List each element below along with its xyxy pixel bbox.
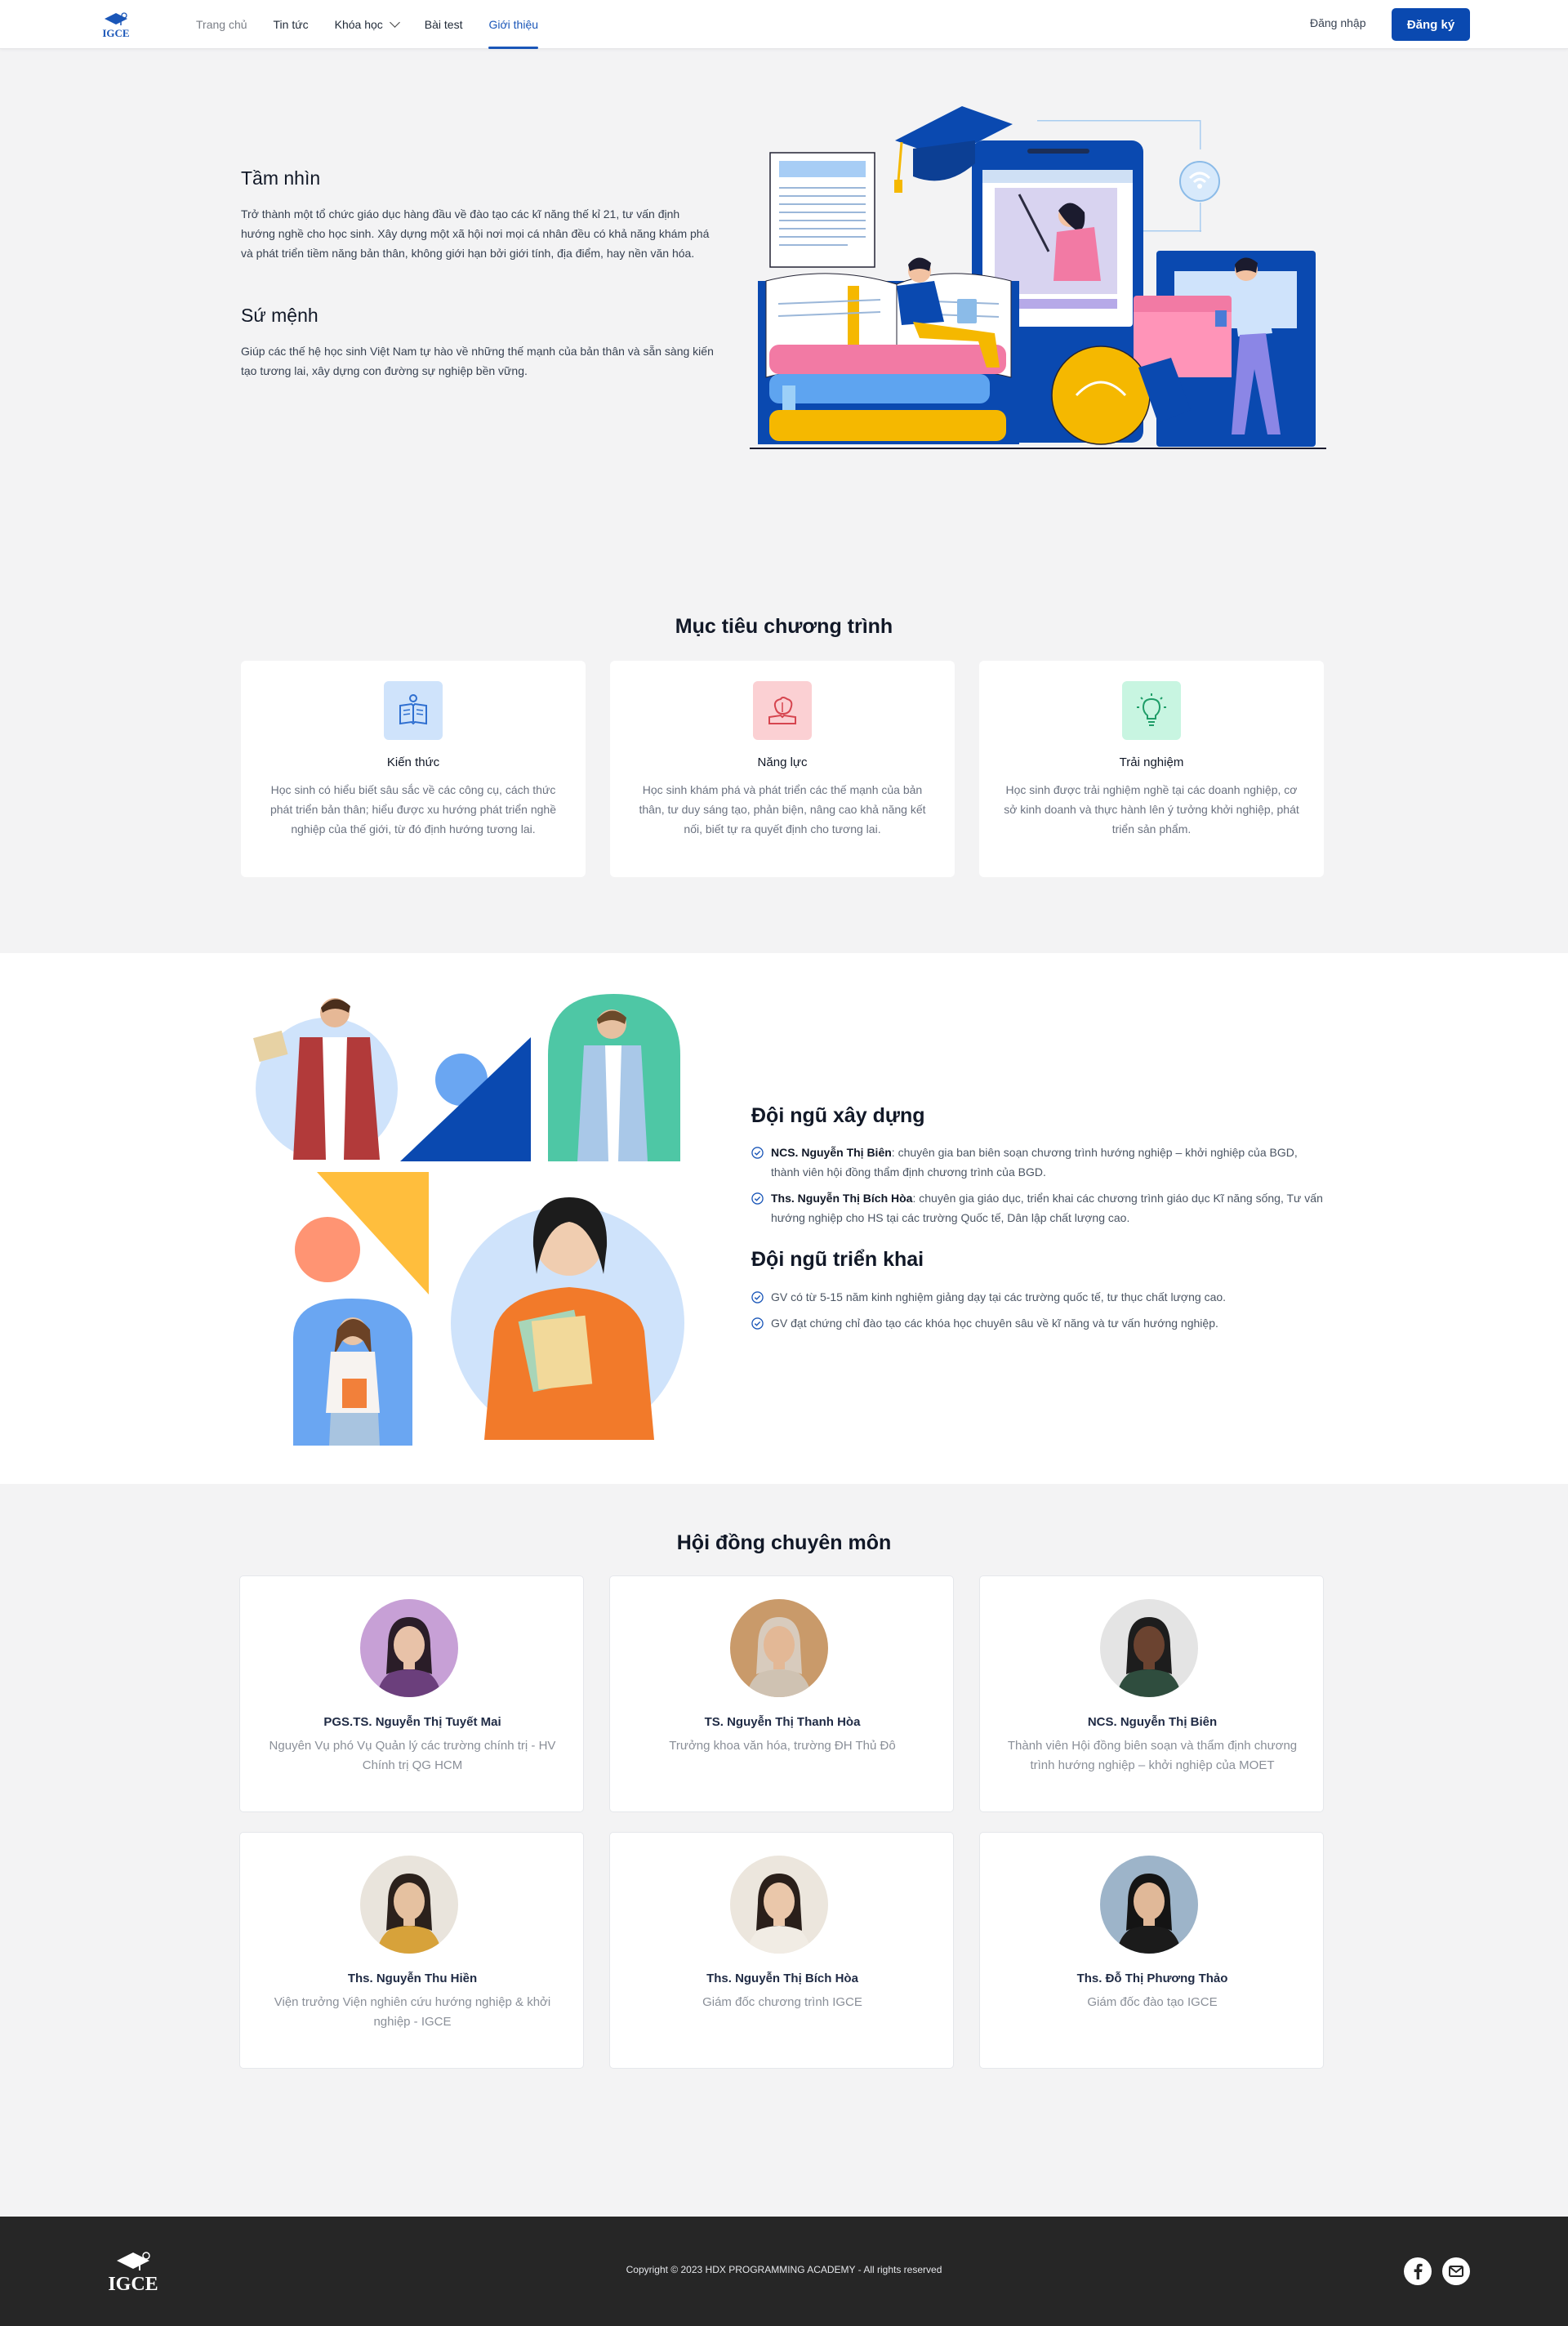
logo-text: IGCE [102,27,129,39]
book-lightbulb-icon [384,681,443,740]
hero-illustration [750,91,1326,454]
build-team-title: Đội ngũ xây dựng [751,1104,925,1127]
build-team-item: Ths. Nguyễn Thị Bích Hòa: chuyên gia giá… [751,1188,1323,1228]
council-member-role: Nguyên Vụ phó Vụ Quản lý các trường chín… [269,1739,556,1772]
footer-logo-text: IGCE [108,2274,158,2295]
objective-desc: Học sinh khám phá và phát triển các thế … [639,783,926,835]
council-member-role: Viện trưởng Viện nghiên cứu hướng nghiệp… [274,1995,551,2029]
objective-desc: Học sinh được trải nghiệm nghề tại các d… [1004,783,1299,835]
objective-name: Năng lực [757,755,808,769]
council-member-role: Giám đốc chương trình IGCE [702,1995,862,2009]
lightbulb-icon [1122,681,1181,740]
mission-text: Giúp các thế hệ học sinh Việt Nam tự hào… [241,345,714,377]
avatar [360,1599,458,1697]
council-member-role: Giám đốc đào tạo IGCE [1087,1995,1218,2009]
council-member-card: Ths. Đỗ Thị Phương Thảo Giám đốc đào tạo … [979,1832,1324,2069]
check-circle-icon [751,1147,764,1159]
avatar [1100,1599,1198,1697]
check-circle-icon [751,1192,764,1205]
council-member-name: TS. Nguyễn Thị Thanh Hòa [704,1715,861,1729]
objective-card-knowledge: Kiến thức Học sinh có hiểu biết sâu sắc … [241,661,586,877]
council-member-name: Ths. Nguyễn Thu Hiền [347,1972,478,1985]
login-link[interactable]: Đăng nhập [1310,16,1366,29]
deploy-team-title: Đội ngũ triển khai [751,1248,924,1271]
objective-card-experience: Trải nghiệm Học sinh được trải nghiệm ng… [979,661,1324,877]
objective-card-ability: Năng lực Học sinh khám phá và phát triển… [610,661,955,877]
logo[interactable]: IGCE [96,7,136,40]
council-title: Hội đồng chuyên môn [676,1531,892,1554]
council-member-card: PGS.TS. Nguyễn Thị Tuyết Mai Nguyên Vụ ph… [239,1575,584,1812]
deploy-team-desc: GV đạt chứng chỉ đào tạo các khóa học ch… [771,1317,1218,1330]
facebook-icon[interactable] [1404,2257,1432,2285]
nav-home[interactable]: Trang chủ [196,0,247,49]
council-member-name: Ths. Nguyễn Thị Bích Hòa [706,1972,858,1985]
build-team-member-name: Ths. Nguyễn Thị Bích Hòa [771,1192,913,1205]
objective-name: Trải nghiệm [1119,755,1184,769]
avatar [1100,1856,1198,1954]
council-member-card: Ths. Nguyễn Thu Hiền Viện trưởng Viện ngh… [239,1832,584,2069]
deploy-team-item: GV có từ 5-15 năm kinh nghiệm giảng dạy … [751,1287,1323,1307]
council-member-card: Ths. Nguyễn Thị Bích Hòa Giám đốc chương … [609,1832,954,2069]
objective-name: Kiến thức [386,755,440,769]
site-footer: IGCE Copyright © 2023 HDX PROGRAMMING AC… [0,2217,1568,2326]
council-member-card: NCS. Nguyễn Thị Biên Thành viên Hội đồng … [979,1575,1324,1812]
check-circle-icon [751,1291,764,1303]
team-photo-collage [241,988,698,1454]
council-member-name: NCS. Nguyễn Thị Biên [1087,1715,1218,1729]
council-member-name: Ths. Đỗ Thị Phương Thảo [1076,1972,1228,1985]
brain-book-icon [753,681,812,740]
council-member-role: Trưởng khoa văn hóa, trường ĐH Thủ Đô [669,1739,896,1753]
council-member-card: TS. Nguyễn Thị Thanh Hòa Trưởng khoa văn … [609,1575,954,1812]
main-nav: Trang chủ Tin tức Khóa học Bài test Giới… [196,0,564,49]
nav-courses[interactable]: Khóa học [334,0,400,49]
deploy-team-desc: GV có từ 5-15 năm kinh nghiệm giảng dạy … [771,1290,1227,1303]
avatar [360,1856,458,1954]
objective-desc: Học sinh có hiểu biết sâu sắc về các côn… [270,783,556,835]
deploy-team-item: GV đạt chứng chỉ đào tạo các khóa học ch… [751,1313,1323,1333]
council-member-name: PGS.TS. Nguyễn Thị Tuyết Mai [323,1715,501,1729]
signup-button[interactable]: Đăng ký [1392,8,1470,41]
build-team-item: NCS. Nguyễn Thị Biên: chuyên gia ban biê… [751,1143,1323,1182]
council-member-role: Thành viên Hội đồng biên soạn và thẩm đị… [1007,1739,1298,1772]
mission-title: Sứ mệnh [241,305,318,326]
nav-courses-label: Khóa học [334,18,383,31]
vision-text: Trở thành một tổ chức giáo dục hàng đầu … [241,207,710,260]
nav-news[interactable]: Tin tức [274,0,309,49]
copyright-text: Copyright © 2023 HDX PROGRAMMING ACADEMY… [626,2264,942,2275]
nav-tests[interactable]: Bài test [425,0,463,49]
mail-icon[interactable] [1442,2257,1470,2285]
objectives-title: Mục tiêu chương trình [675,615,893,638]
site-header: IGCE Trang chủ Tin tức Khóa học Bài test… [0,0,1568,49]
nav-about[interactable]: Giới thiệu [488,0,538,49]
chevron-down-icon [389,17,400,28]
build-team-member-name: NCS. Nguyễn Thị Biên [771,1146,892,1159]
avatar [730,1599,828,1697]
vision-title: Tầm nhìn [241,167,321,189]
check-circle-icon [751,1317,764,1330]
avatar [730,1856,828,1954]
